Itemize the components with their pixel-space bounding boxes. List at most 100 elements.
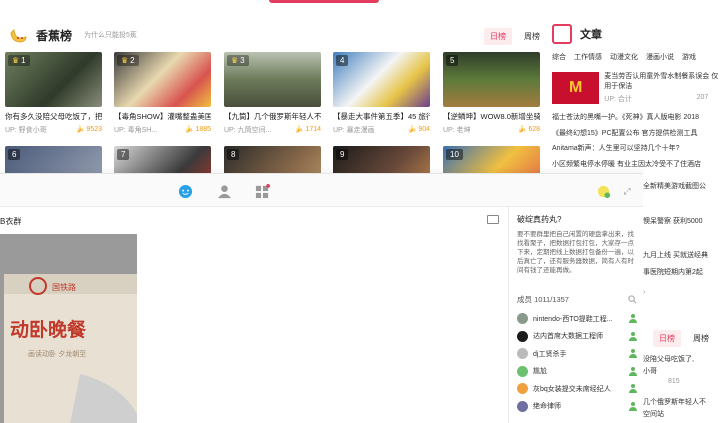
expand-icon[interactable]: ⤢ [618, 182, 636, 200]
uploader[interactable]: UP: 暴走漫画 [333, 125, 375, 135]
banana-icon [10, 28, 27, 43]
video-meta: UP: 野食小哥 9523 [5, 125, 102, 135]
video-card[interactable]: 5 【逆鳞坤】WOW8.0新增坐骑展 UP: 老坤 628 [443, 52, 540, 135]
tab-weekly[interactable]: 周榜 [518, 28, 546, 45]
article-link[interactable]: 懊呆警察 获利5000 [643, 216, 703, 226]
article-tabs: 综合 工作情感 动漫文化 漫画小说 游戏 [552, 52, 720, 62]
video-card[interactable]: ♛3 【九筒】几个俄罗斯年轻人不远 UP: 九筒空间... 1714 [224, 52, 321, 135]
rank-badge: ♛ 2 [117, 55, 139, 66]
crown-icon: ♛ [121, 56, 129, 65]
uploader[interactable]: 空间站 [643, 409, 664, 419]
tab-daily[interactable]: 日榜 [653, 330, 681, 347]
article-link[interactable]: 福士苍汰的黑嘴一护。《死神》真人版电影 2018 [552, 112, 720, 128]
rank-badge: 9 [336, 149, 349, 160]
ranking-title: 香蕉榜 [36, 28, 73, 43]
video-thumbnail[interactable]: 4 [333, 52, 430, 107]
chat-window: ⤢ B衣群 国铁路 动卧晚餐 画读动卧 夕龙朝至 破绽真药丸? 要不要群里把自己… [0, 173, 643, 423]
video-thumbnail[interactable]: ♛ 1 [5, 52, 102, 107]
video-title[interactable]: 没陪父母吃饭了, [643, 354, 694, 364]
featured-article[interactable]: M 麦当劳否认用童外雪水制餐系误会 仅用于保洁 UP: 合计 207 [552, 72, 720, 104]
member-row[interactable]: 灰bq女装提交未席经纪人 [517, 380, 643, 398]
member-name: 灰bq女装提交未席经纪人 [533, 385, 611, 393]
folder-icon[interactable] [487, 215, 499, 224]
video-title[interactable]: 【暴走大事件第五季】45 旅行 [333, 111, 430, 122]
online-person-icon [628, 331, 637, 341]
chevron-right-icon[interactable]: › [643, 289, 645, 296]
video-title[interactable]: 几个俄罗斯年轻人不 [643, 397, 706, 407]
article-link[interactable]: 小区频繁电停水停暖 有业主因太冷受不了住酒店 [552, 159, 720, 175]
article-title: 文章 [580, 29, 602, 41]
avatar [517, 330, 528, 342]
video-thumbnail[interactable]: ♛ 2 [114, 52, 211, 107]
uploader[interactable]: UP: 九筒空间... [224, 125, 271, 135]
search-bar-edge[interactable] [269, 0, 379, 3]
tab-comics-novels[interactable]: 漫画小说 [646, 52, 674, 62]
svg-text:画读动卧 夕龙朝至: 画读动卧 夕龙朝至 [28, 349, 86, 358]
member-row[interactable]: nintendo-西TO提鞋工程... [517, 310, 643, 328]
tab-weekly[interactable]: 周榜 [687, 330, 715, 347]
article-link[interactable]: Anitama新声：人生里可以坚持几个十年? [552, 143, 720, 159]
online-person-icon [628, 366, 637, 376]
video-card[interactable]: 4 【暴走大事件第五季】45 旅行 UP: 暴走漫画 904 [333, 52, 430, 135]
video-thumbnail[interactable]: ♛ 3 [224, 52, 321, 107]
article-link[interactable]: 全新精美游戏截图公 [643, 181, 706, 191]
shared-photo[interactable]: 国铁路 动卧晚餐 画读动卧 夕龙朝至 [0, 234, 137, 423]
video-title[interactable]: 【九筒】几个俄罗斯年轻人不远 [224, 111, 321, 122]
search-icon[interactable] [628, 295, 637, 304]
member-row[interactable]: dj工贤杀手 [517, 345, 643, 363]
ranking-tabs: 日榜 周榜 [484, 28, 546, 45]
tab-games[interactable]: 游戏 [682, 52, 696, 62]
banana-count: 9523 [76, 125, 102, 135]
video-card[interactable]: ♛1 你有多久没陪父母吃饭了，把 UP: 野食小哥 9523 [5, 52, 102, 135]
avatar [517, 313, 528, 325]
uploader[interactable]: UP: 老坤 [443, 125, 471, 135]
banana-count: 1714 [295, 125, 321, 135]
featured-article-title[interactable]: 麦当劳否认用童外雪水制餐系误会 仅用于保洁 [604, 72, 720, 92]
article-link[interactable]: 《最终幻想15》PC配置公布 官方提供检测工具 [552, 128, 720, 144]
avatar [517, 365, 528, 377]
chat-room-name: B衣群 [0, 217, 22, 226]
status-icon[interactable] [594, 182, 612, 200]
comment-count: 207 [696, 94, 709, 101]
tab-work-emotion[interactable]: 工作情感 [574, 52, 602, 62]
article-link[interactable]: 九月上线 买就送经典 [643, 250, 708, 260]
video-card[interactable]: ♛2 【毒角SHOW】灌嘴整蛊美国界 UP: 毒角SH... 1885 [114, 52, 211, 135]
crown-icon: ♛ [231, 56, 239, 65]
avatar [517, 383, 528, 395]
member-row[interactable]: 达内首席大数据工程师 [517, 328, 643, 346]
apps-grid-icon[interactable] [253, 182, 271, 200]
video-meta: UP: 九筒空间... 1714 [224, 125, 321, 135]
video-title[interactable]: 你有多久没陪父母吃饭了，把 [5, 111, 102, 122]
banana-ranking-header: 香蕉榜 为什么只能投5蕉 [8, 24, 137, 46]
banana-count: 904 [408, 125, 430, 135]
ranking-hint-link[interactable]: 为什么只能投5蕉 [84, 30, 137, 40]
rank-badge: 6 [8, 149, 21, 160]
screen: 香蕉榜 为什么只能投5蕉 日榜 周榜 ♛ 1 你有多久没陪父母吃饭了，把 UP: … [0, 0, 720, 423]
featured-author[interactable]: UP: 合计 [604, 94, 632, 104]
tab-general[interactable]: 综合 [552, 52, 566, 62]
uploader[interactable]: UP: 野食小哥 [5, 125, 47, 135]
video-title[interactable]: 【毒角SHOW】灌嘴整蛊美国界 [114, 111, 211, 122]
article-column: 文章 综合 工作情感 动漫文化 漫画小说 游戏 M 麦当劳否认用童外雪水制餐系误… [552, 22, 720, 174]
video-thumbnail[interactable]: 5 [443, 52, 540, 107]
avatar [517, 348, 528, 360]
article-link[interactable]: 事医院短期内第2起 [643, 267, 703, 277]
chat-bubble-icon[interactable] [176, 182, 194, 200]
mcdonalds-logo-image[interactable]: M [552, 72, 600, 104]
member-row[interactable]: 绝命律师 [517, 398, 643, 416]
rank-badge: ♛ 1 [8, 55, 30, 66]
tab-anime-culture[interactable]: 动漫文化 [610, 52, 638, 62]
meal-box-photo: 国铁路 动卧晚餐 画读动卧 夕龙朝至 [0, 234, 137, 423]
video-meta: UP: 毒角SH... 1885 [114, 125, 211, 135]
uploader[interactable]: UP: 毒角SH... [114, 125, 157, 135]
article-header: 文章 [552, 22, 720, 46]
contacts-icon[interactable] [215, 182, 233, 200]
tab-daily[interactable]: 日榜 [484, 28, 512, 45]
video-meta: UP: 暴走漫画 904 [333, 125, 430, 135]
member-name: 达内首席大数据工程师 [533, 333, 603, 341]
rank-badge: 5 [446, 55, 459, 66]
member-row[interactable]: 尴尬 [517, 363, 643, 381]
video-title[interactable]: 【逆鳞坤】WOW8.0新增坐骑展 [443, 111, 540, 122]
member-name: 绝命律师 [533, 403, 561, 411]
uploader[interactable]: 小哥 [643, 366, 657, 376]
